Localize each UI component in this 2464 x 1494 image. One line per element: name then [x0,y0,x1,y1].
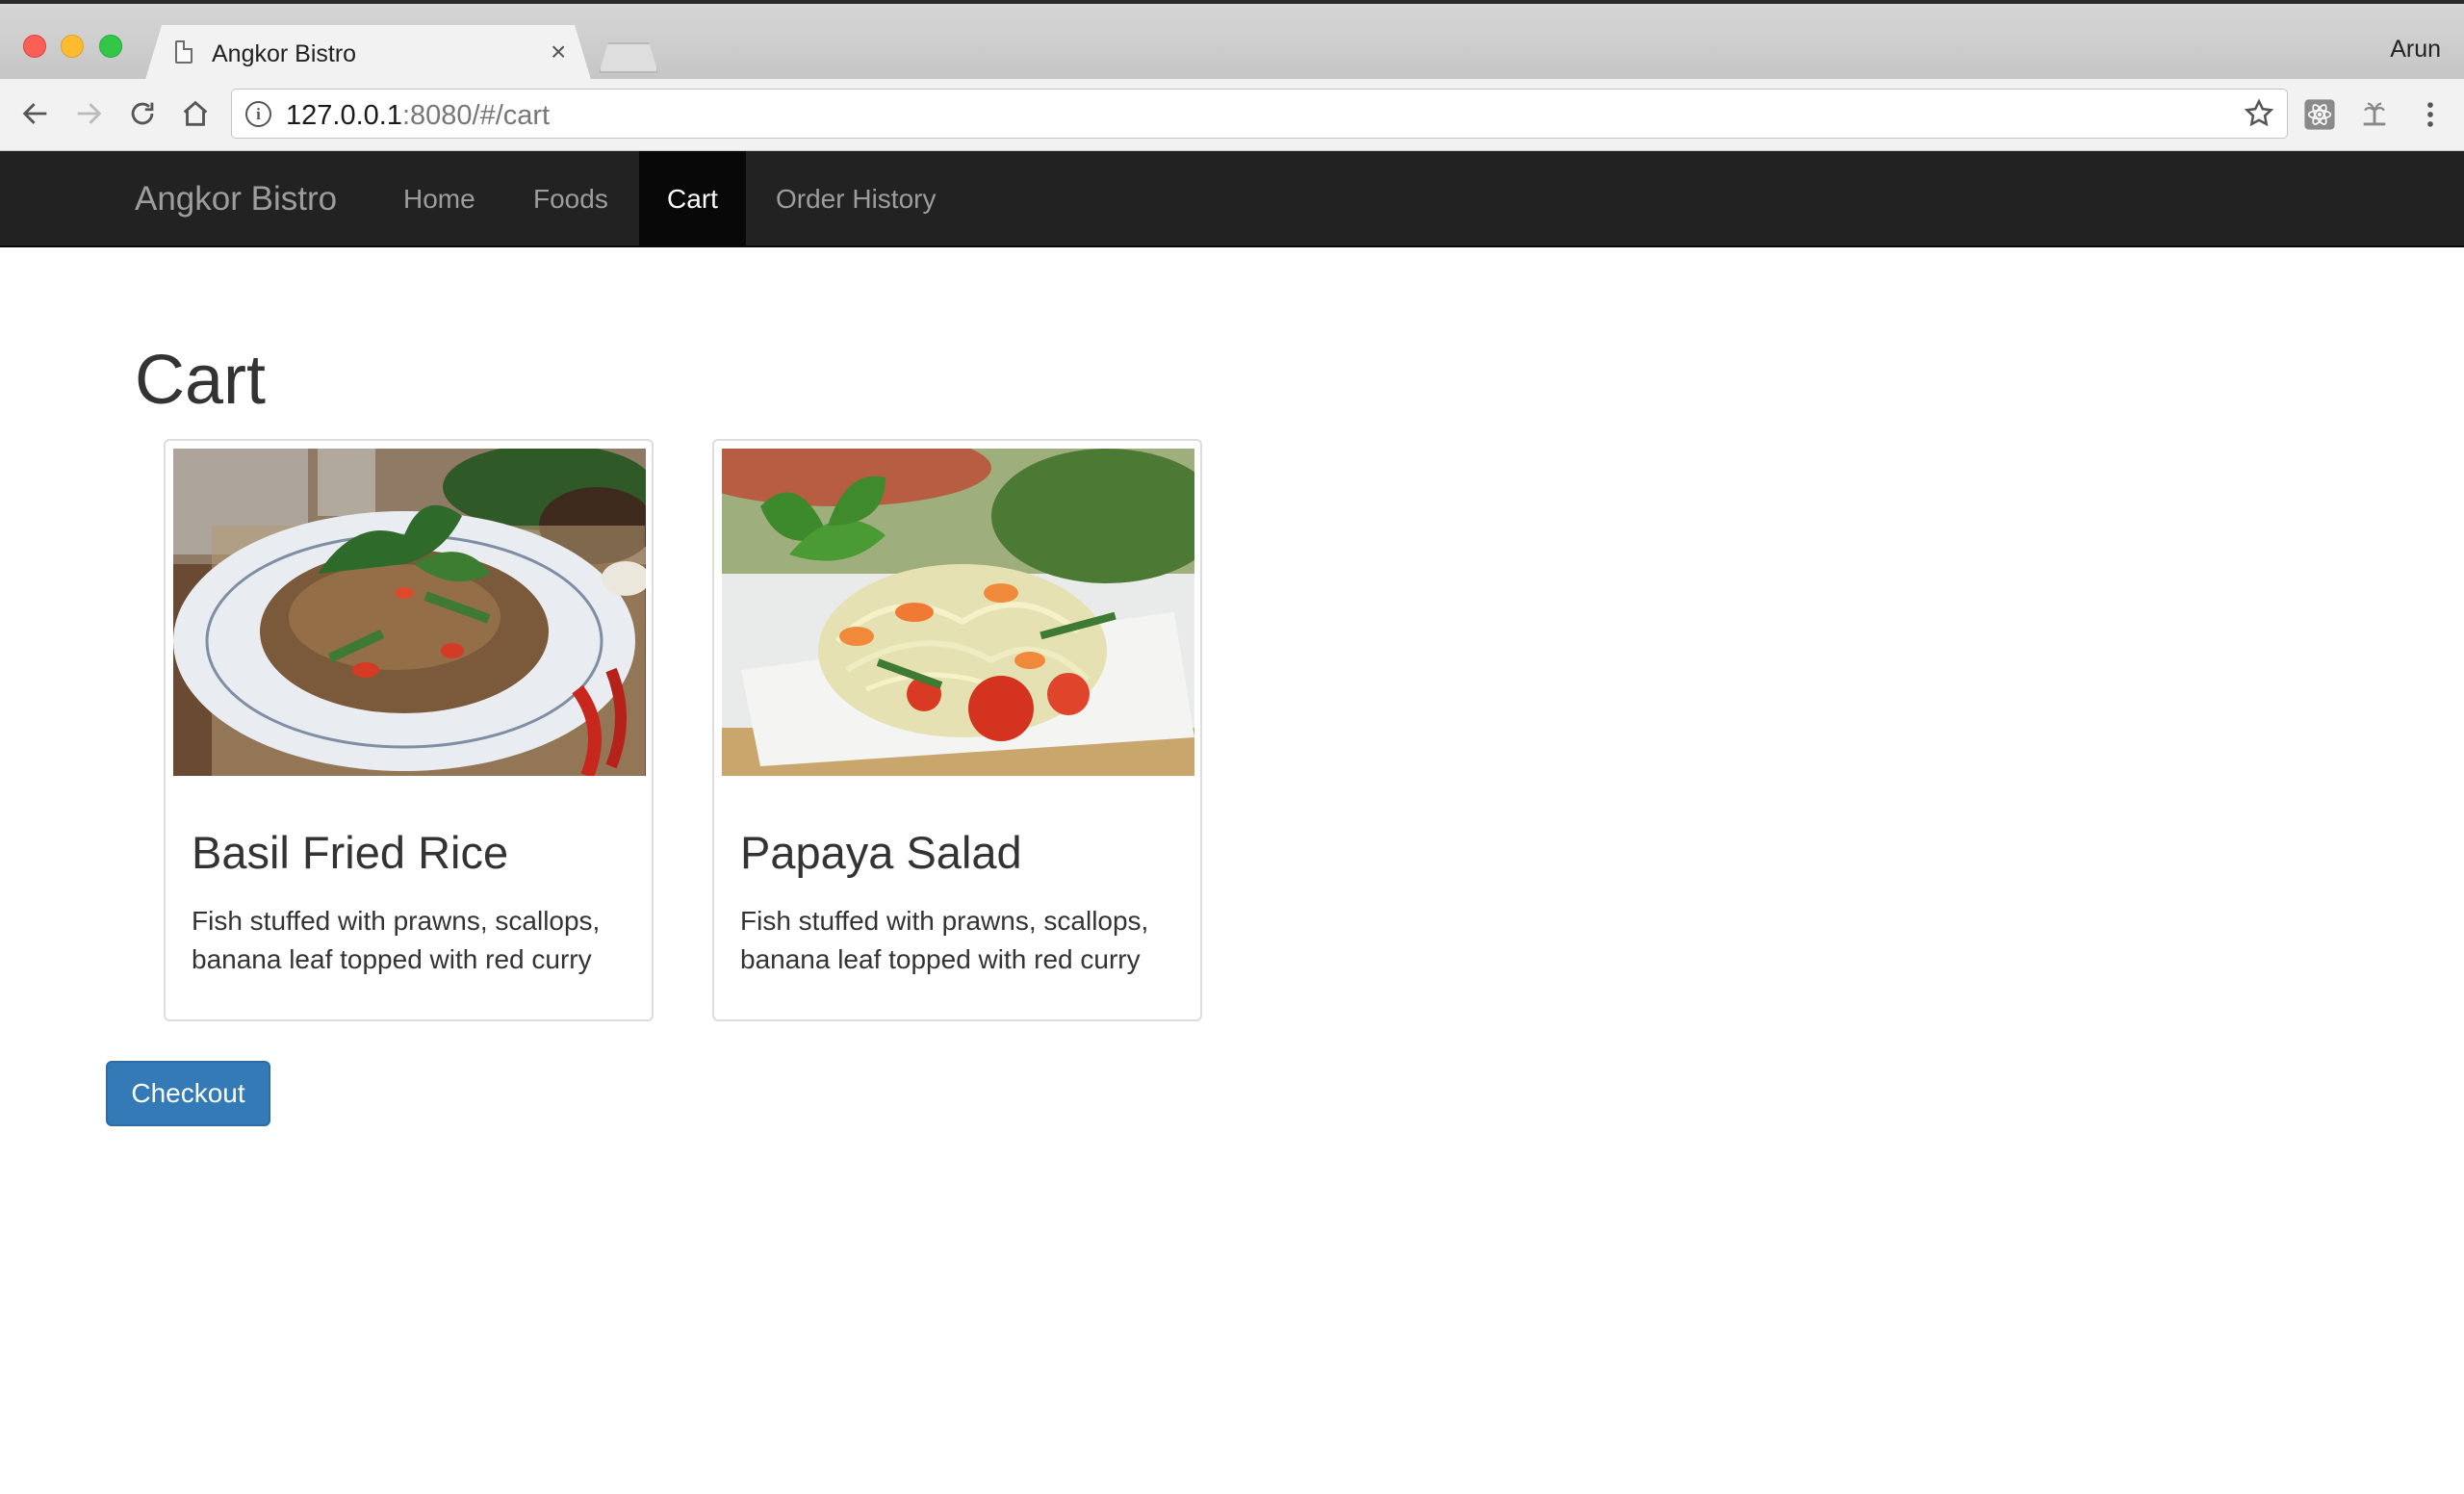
cart-item-card: Papaya Salad Fish stuffed with prawns, s… [712,439,1202,1021]
tab-close-icon[interactable]: × [551,39,566,65]
react-devtools-extension-icon[interactable] [2303,98,2336,131]
url-text[interactable]: 127.0.0.1:8080/#/cart [286,100,550,132]
reload-button[interactable] [123,94,162,133]
tab-strip: Angkor Bistro × Arun [0,0,2464,83]
back-button[interactable] [16,94,55,133]
island-extension-icon[interactable] [2358,98,2391,131]
nav-link-cart[interactable]: Cart [639,151,746,247]
browser-chrome: Angkor Bistro × Arun i 127.0.0.1:8080/#/… [0,0,2464,151]
profile-name[interactable]: Arun [2390,36,2441,64]
cart-item-name: Papaya Salad [740,827,1022,878]
arrow-right-icon [77,103,102,124]
more-menu-icon[interactable] [2414,98,2447,131]
info-icon[interactable]: i [245,101,271,127]
page-document-icon [175,40,192,64]
reload-icon [131,102,154,125]
home-button[interactable] [176,94,215,133]
brand-link[interactable]: Angkor Bistro [135,180,337,219]
new-tab-button[interactable] [599,42,658,73]
forward-button[interactable] [69,94,108,133]
home-icon [183,100,208,126]
nav-link-home[interactable]: Home [374,151,504,247]
cart-item-card: Basil Fried Rice Fish stuffed with prawn… [164,439,654,1021]
nav-link-foods[interactable]: Foods [504,151,637,247]
maximize-window-button[interactable] [99,35,122,58]
bookmark-star-icon[interactable] [2243,97,2275,130]
url-path: :8080/#/cart [401,100,551,131]
basil-fried-rice-photo [173,449,646,776]
cart-item-description: Fish stuffed with prawns, scallops, bana… [740,906,1149,974]
arrow-left-icon [22,103,47,124]
close-window-button[interactable] [23,35,46,58]
cart-item-name: Basil Fried Rice [192,827,509,878]
tab-title: Angkor Bistro [212,40,357,67]
address-bar[interactable]: i 127.0.0.1:8080/#/cart [231,89,2288,139]
minimize-window-button[interactable] [61,35,84,58]
url-host: 127.0.0.1 [286,100,402,131]
papaya-salad-photo [722,449,1194,776]
site-navbar: Angkor Bistro Home Foods Cart Order Hist… [0,151,2464,247]
checkout-button[interactable]: Checkout [106,1061,270,1126]
browser-toolbar: i 127.0.0.1:8080/#/cart [0,79,2464,151]
cart-item-description: Fish stuffed with prawns, scallops, bana… [192,906,601,974]
page-title: Cart [135,342,267,419]
nav-link-order-history[interactable]: Order History [747,151,964,247]
